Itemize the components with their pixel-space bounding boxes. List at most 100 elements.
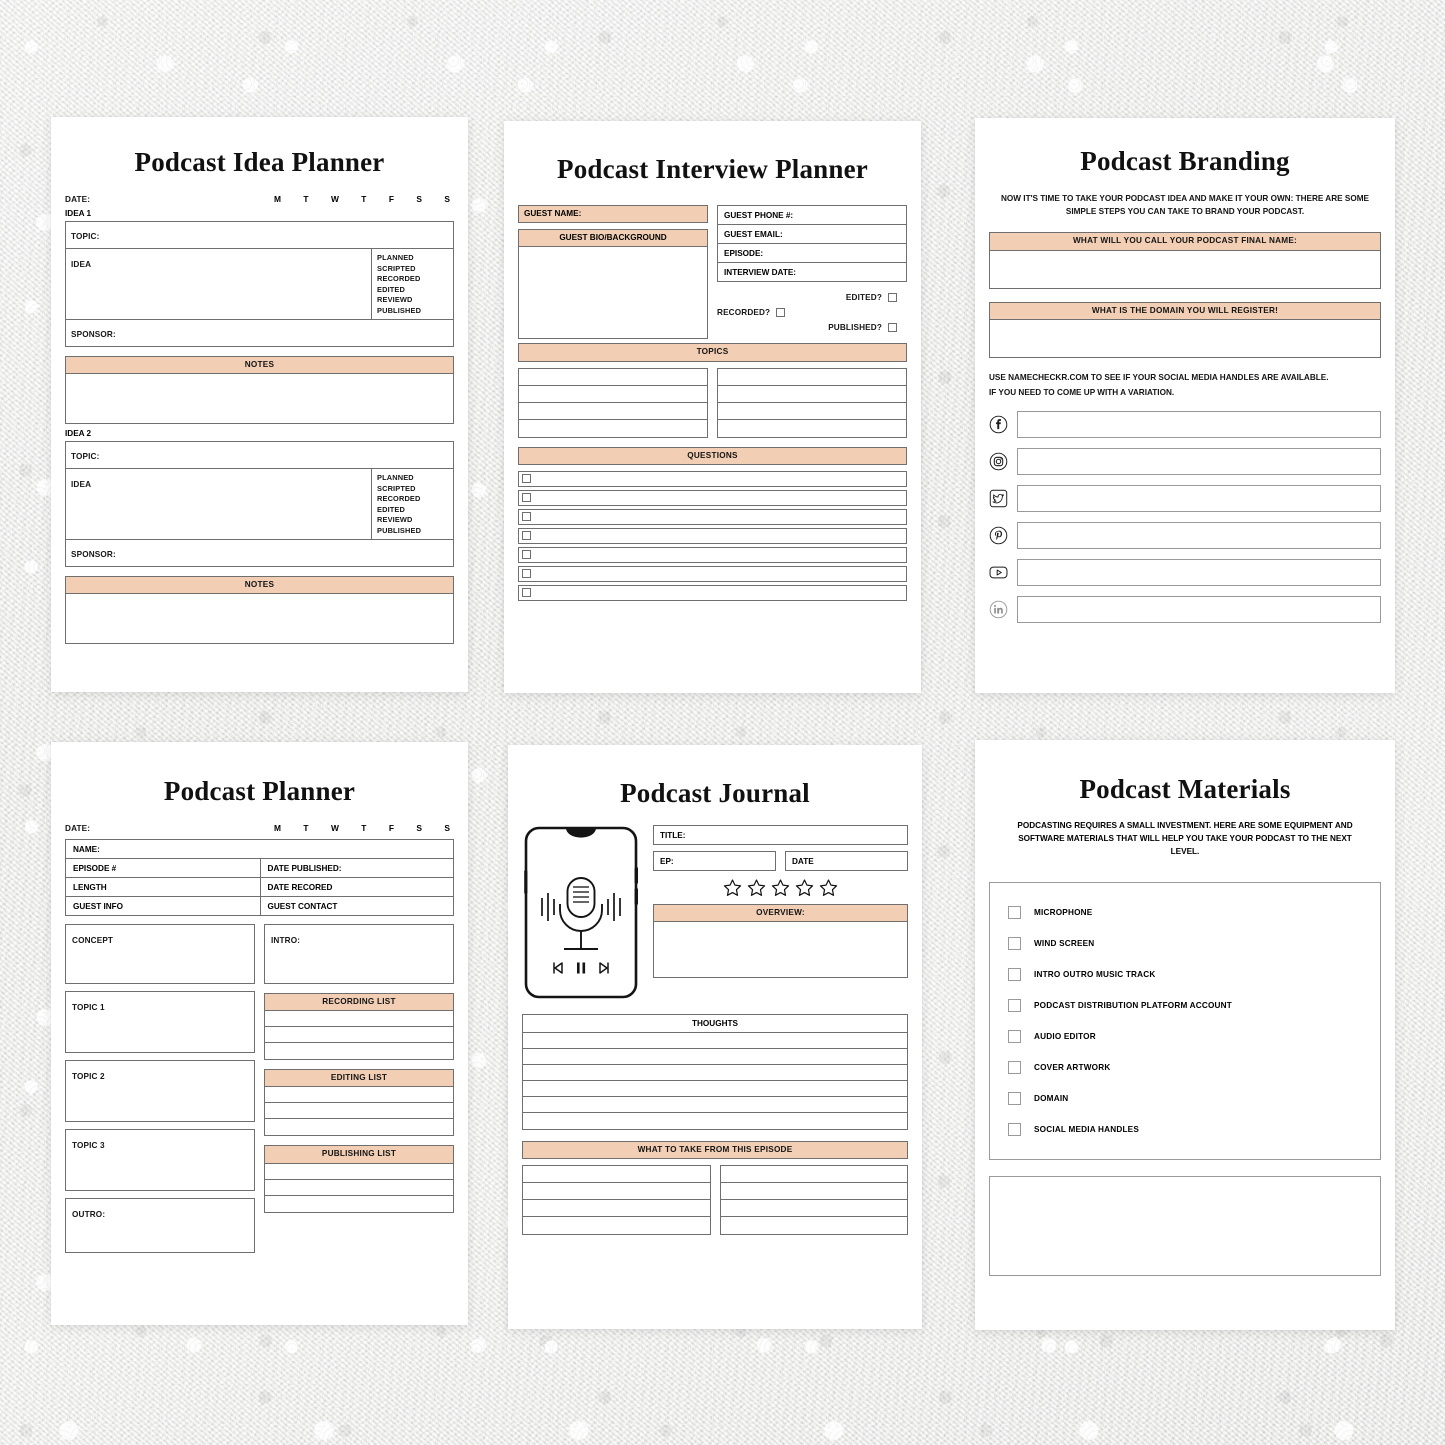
editing-list-row[interactable] — [265, 1103, 453, 1120]
editing-list-row[interactable] — [265, 1119, 453, 1135]
publishing-list-row[interactable] — [265, 1164, 453, 1180]
recording-list-row[interactable] — [265, 1011, 453, 1028]
guest-info-field[interactable]: GUEST INFO — [66, 897, 260, 915]
checkbox-intro-outro-music-track[interactable] — [1008, 968, 1021, 982]
youtube-handle-input[interactable] — [1017, 558, 1381, 586]
linkedin-handle-input[interactable] — [1017, 595, 1381, 623]
takeaway-row[interactable] — [721, 1217, 908, 1234]
published-flag[interactable]: PUBLISHED? — [828, 323, 897, 332]
takeaway-row[interactable] — [523, 1217, 710, 1234]
day-s1[interactable]: S — [416, 194, 422, 204]
topic-3-field[interactable]: TOPIC 3 — [65, 1129, 255, 1191]
status-edited[interactable]: EDITED — [377, 505, 453, 514]
topic-row[interactable] — [519, 420, 707, 437]
idea-2-idea-field[interactable]: IDEA — [66, 469, 371, 539]
idea-2-topic-field[interactable]: TOPIC: — [66, 442, 453, 470]
facebook-handle-input[interactable] — [1017, 410, 1381, 438]
publishing-list-row[interactable] — [265, 1180, 453, 1196]
recorded-checkbox[interactable] — [776, 308, 786, 317]
status-planned[interactable]: PLANNED — [377, 253, 453, 262]
thoughts-line[interactable] — [523, 1065, 907, 1081]
weekday-strip[interactable]: M T W T F S S — [274, 823, 454, 833]
day-w[interactable]: W — [331, 823, 339, 833]
concept-field[interactable]: CONCEPT — [65, 924, 255, 984]
takeaway-row[interactable] — [720, 1183, 907, 1201]
status-scripted[interactable]: SCRIPTED — [377, 484, 453, 493]
status-edited[interactable]: EDITED — [377, 285, 453, 294]
intro-field[interactable]: INTRO: — [264, 924, 454, 984]
recorded-flag[interactable]: RECORDED? — [717, 308, 786, 317]
episode-field[interactable]: EPISODE: — [718, 244, 906, 263]
thoughts-line[interactable] — [523, 1113, 907, 1129]
status-reviewd[interactable]: REVIEWD — [377, 295, 453, 304]
thoughts-line[interactable] — [523, 1033, 907, 1049]
day-f[interactable]: F — [389, 823, 394, 833]
guest-name-field[interactable]: GUEST NAME: — [518, 205, 708, 224]
guest-bio-write-area[interactable] — [518, 247, 708, 340]
twitter-handle-input[interactable] — [1017, 484, 1381, 512]
question-checkbox[interactable] — [522, 531, 531, 541]
checklist-item-audio-editor[interactable]: AUDIO EDITOR — [1008, 1021, 1362, 1052]
date-recorded-field[interactable]: DATE RECORED — [259, 878, 454, 896]
status-published[interactable]: PUBLISHED — [377, 526, 453, 535]
final-name-input[interactable] — [989, 250, 1381, 289]
episode-number-field[interactable]: EPISODE # — [66, 859, 260, 877]
topic-row[interactable] — [718, 369, 906, 386]
checkbox-social-media-handles[interactable] — [1008, 1123, 1021, 1137]
checkbox-cover-artwork[interactable] — [1008, 1061, 1021, 1075]
edited-checkbox[interactable] — [888, 293, 897, 302]
checkbox-audio-editor[interactable] — [1008, 1030, 1021, 1044]
episode-number-field[interactable]: EP: — [653, 851, 776, 871]
checklist-item-wind-screen[interactable]: WIND SCREEN — [1008, 928, 1362, 959]
status-recorded[interactable]: RECORDED — [377, 274, 453, 283]
day-t1[interactable]: T — [303, 823, 308, 833]
day-m[interactable]: M — [274, 823, 281, 833]
day-t2[interactable]: T — [361, 823, 366, 833]
topic-row[interactable] — [519, 386, 707, 403]
episode-date-field[interactable]: DATE — [785, 851, 908, 871]
checkbox-microphone[interactable] — [1008, 906, 1021, 920]
guest-email-field[interactable]: GUEST EMAIL: — [718, 225, 906, 244]
question-row[interactable] — [518, 489, 907, 506]
takeaway-row[interactable] — [523, 1200, 710, 1218]
day-s2[interactable]: S — [444, 194, 450, 204]
domain-input[interactable] — [989, 319, 1381, 358]
checklist-item-microphone[interactable]: MICROPHONE — [1008, 897, 1362, 928]
question-row[interactable] — [518, 584, 907, 601]
edited-flag[interactable]: EDITED? — [846, 293, 897, 302]
takeaway-row[interactable] — [720, 1200, 907, 1218]
takeaway-row[interactable] — [523, 1183, 710, 1201]
editing-list-row[interactable] — [265, 1087, 453, 1104]
thoughts-line[interactable] — [523, 1049, 907, 1065]
topic-1-field[interactable]: TOPIC 1 — [65, 991, 255, 1053]
day-w[interactable]: W — [331, 194, 339, 204]
topic-row[interactable] — [718, 420, 906, 437]
day-s2[interactable]: S — [444, 823, 450, 833]
status-published[interactable]: PUBLISHED — [377, 306, 453, 315]
overview-write-area[interactable] — [653, 922, 908, 979]
idea-1-sponsor-field[interactable]: SPONSOR: — [66, 320, 453, 346]
question-row[interactable] — [518, 565, 907, 582]
publishing-list-row[interactable] — [265, 1196, 453, 1212]
recording-list-row[interactable] — [265, 1027, 453, 1044]
day-m[interactable]: M — [274, 194, 281, 204]
published-checkbox[interactable] — [888, 323, 897, 332]
takeaway-row[interactable] — [523, 1166, 710, 1184]
day-t1[interactable]: T — [303, 194, 308, 204]
question-checkbox[interactable] — [522, 474, 531, 484]
episode-title-field[interactable]: TITLE: — [653, 825, 908, 845]
length-field[interactable]: LENGTH — [66, 878, 260, 896]
day-s1[interactable]: S — [416, 823, 422, 833]
question-checkbox[interactable] — [522, 550, 531, 560]
idea-1-idea-field[interactable]: IDEA — [66, 249, 371, 319]
date-published-field[interactable]: DATE PUBLISHED: — [259, 859, 454, 877]
interview-date-field[interactable]: INTERVIEW DATE: — [718, 263, 906, 281]
checklist-item-intro-outro-music-track[interactable]: INTRO OUTRO MUSIC TRACK — [1008, 959, 1362, 990]
checkbox-wind-screen[interactable] — [1008, 937, 1021, 951]
instagram-handle-input[interactable] — [1017, 447, 1381, 475]
checklist-item-domain[interactable]: DOMAIN — [1008, 1083, 1362, 1114]
day-t2[interactable]: T — [361, 194, 366, 204]
weekday-strip[interactable]: M T W T F S S — [274, 194, 454, 204]
notes-write-area[interactable] — [65, 594, 454, 645]
idea-2-sponsor-field[interactable]: SPONSOR: — [66, 540, 453, 566]
